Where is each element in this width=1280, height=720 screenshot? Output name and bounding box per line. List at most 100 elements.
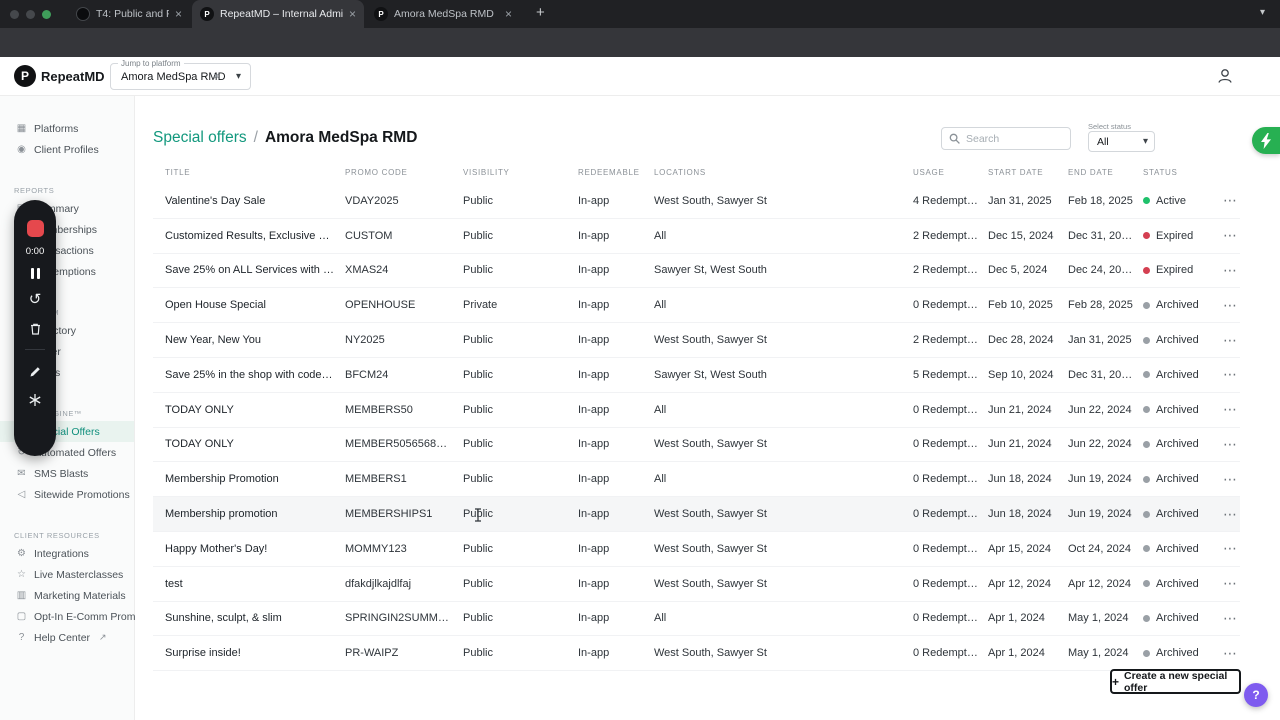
sidebar-item-integrations[interactable]: ⚙ Integrations: [0, 543, 134, 564]
window-controls[interactable]: [10, 10, 51, 19]
tab-close-icon[interactable]: ×: [349, 8, 356, 20]
table-row[interactable]: test dfakdjlkajdlfaj Public In-app West Sout…: [153, 567, 1240, 602]
create-special-offer-button[interactable]: + Create a new special offer: [1110, 669, 1241, 694]
table-row[interactable]: Surprise inside! PR-WAIPZ Public In-app West…: [153, 636, 1240, 672]
row-actions-button[interactable]: ⋯: [1218, 366, 1240, 383]
row-actions-button[interactable]: ⋯: [1218, 227, 1240, 244]
row-actions-button[interactable]: ⋯: [1218, 506, 1240, 523]
clear-icon[interactable]: ×: [213, 69, 220, 83]
record-dot-favicon: [76, 7, 90, 21]
sidebar-item-opt-in-e-comm-promos[interactable]: ▢Opt-In E-Comm Promos↗: [0, 606, 163, 627]
cell-end-date: Feb 18, 2025: [1068, 194, 1133, 207]
table-row[interactable]: Save 25% in the shop with code BFCM24BFC…: [153, 358, 1240, 393]
row-actions-button[interactable]: ⋯: [1218, 610, 1240, 627]
effects-icon[interactable]: [28, 393, 42, 407]
cell-redeemable: In-app: [578, 299, 610, 312]
cell-promo-code: NY2025: [345, 334, 385, 347]
cell-usage: 0 Redemptions: [913, 438, 987, 451]
search-box[interactable]: [941, 127, 1071, 150]
cell-locations: West South, Sawyer St: [654, 508, 767, 521]
sidebar-item-live-masterclasses[interactable]: ☆ Live Masterclasses: [0, 564, 134, 585]
sidebar-item-platforms[interactable]: ▦ Platforms: [0, 118, 134, 139]
cell-locations: All: [654, 229, 667, 242]
jump-to-platform-value: Amora MedSpa RMD: [121, 71, 226, 83]
cell-start-date: Apr 1, 2024: [988, 647, 1045, 660]
row-actions-button[interactable]: ⋯: [1218, 471, 1240, 488]
offers-table-header: Title Promo Code Visibility Redeemable Locat…: [153, 168, 1240, 177]
status-label: Archived: [1156, 438, 1199, 451]
table-row[interactable]: Happy Mother's Day! MOMMY123 Public In-app W…: [153, 532, 1240, 567]
cell-usage: 0 Redemptions: [913, 542, 987, 555]
table-row[interactable]: Sunshine, sculpt, & slim SPRINGIN2SUMMER P…: [153, 602, 1240, 637]
tab-close-icon[interactable]: ×: [175, 8, 182, 20]
cell-status: Archived: [1143, 647, 1218, 659]
sidebar-item-sitewide-promotions[interactable]: ◁ Sitewide Promotions: [0, 484, 134, 505]
stop-recording-button[interactable]: [26, 220, 44, 237]
status-dot: [1143, 614, 1150, 622]
window-close-button[interactable]: [10, 10, 19, 19]
browser-tab[interactable]: T4: Public and Private Spe... ×: [68, 0, 190, 28]
status-label: Active: [1156, 194, 1186, 207]
tab-close-icon[interactable]: ×: [505, 8, 512, 20]
tab-list-chevron-icon[interactable]: ▾: [1260, 7, 1265, 18]
message-icon: ✉: [17, 468, 26, 479]
draw-pencil-icon[interactable]: [29, 365, 42, 378]
browser-tab[interactable]: P Amora MedSpa RMD ×: [366, 0, 520, 28]
status-dot: [1143, 336, 1150, 344]
chevron-down-icon[interactable]: ▾: [236, 71, 241, 82]
row-actions-button[interactable]: ⋯: [1218, 297, 1240, 314]
row-actions-button[interactable]: ⋯: [1218, 262, 1240, 279]
help-button[interactable]: ?: [1244, 683, 1268, 707]
row-actions-button[interactable]: ⋯: [1218, 192, 1240, 209]
cell-locations: West South, Sawyer St: [654, 194, 767, 207]
table-row[interactable]: TODAY ONLY MEMBERS50 Public In-app All 0 Rede…: [153, 393, 1240, 428]
status-filter-select[interactable]: All ▾: [1088, 131, 1155, 152]
tab-title: RepeatMD – Internal Admin: [220, 8, 343, 20]
cell-redeemable: In-app: [578, 473, 610, 486]
status-dot: [1143, 266, 1150, 274]
star-icon: ☆: [17, 569, 26, 580]
breadcrumb-parent-link[interactable]: Special offers: [153, 129, 247, 147]
offers-table: Valentine's Day Sale VDAY2025 Public In-app…: [153, 184, 1240, 672]
window-zoom-button[interactable]: [42, 10, 51, 19]
cell-redeemable: In-app: [578, 264, 610, 277]
table-row[interactable]: Valentine's Day Sale VDAY2025 Public In-app…: [153, 184, 1240, 219]
new-tab-button[interactable]: +: [536, 4, 545, 21]
status-label: Archived: [1156, 577, 1199, 590]
delete-recording-icon[interactable]: [29, 322, 42, 336]
cell-usage: 2 Redemptions: [913, 229, 987, 242]
restart-recording-icon[interactable]: ↺: [29, 292, 42, 307]
table-row[interactable]: Membership promotion MEMBERSHIPS1 Public In…: [153, 497, 1240, 532]
table-row[interactable]: TODAY ONLY MEMBER5056568946 Public In-app We…: [153, 428, 1240, 463]
cell-locations: West South, Sawyer St: [654, 647, 767, 660]
search-input[interactable]: [966, 128, 1066, 149]
row-actions-button[interactable]: ⋯: [1218, 436, 1240, 453]
row-actions-button[interactable]: ⋯: [1218, 645, 1240, 662]
table-row[interactable]: Membership Promotion MEMBERS1 Public In-app…: [153, 462, 1240, 498]
sidebar-item-label: Platforms: [34, 122, 79, 135]
cell-promo-code: dfakdjlkajdlfaj: [345, 577, 412, 590]
sidebar-item-sms-blasts[interactable]: ✉ SMS Blasts: [0, 463, 134, 484]
row-actions-button[interactable]: ⋯: [1218, 332, 1240, 349]
cell-start-date: Apr 15, 2024: [988, 542, 1051, 555]
jump-to-platform-select[interactable]: Jump to platform Amora MedSpa RMD × ▾: [110, 59, 251, 90]
browser-tab[interactable]: P RepeatMD – Internal Admin ×: [192, 0, 364, 28]
row-actions-button[interactable]: ⋯: [1218, 401, 1240, 418]
table-row[interactable]: Save 25% on ALL Services with code 'XMAS…: [153, 254, 1240, 289]
window-minimize-button[interactable]: [26, 10, 35, 19]
sidebar-item-client-profiles[interactable]: ◉ Client Profiles: [0, 139, 134, 160]
table-row[interactable]: Customized Results, Exclusive Price CUSTO…: [153, 219, 1240, 254]
row-actions-button[interactable]: ⋯: [1218, 575, 1240, 592]
account-icon[interactable]: [1216, 67, 1234, 85]
grid-icon: ▦: [16, 123, 27, 134]
table-row[interactable]: Open House Special OPENHOUSE Private In-app…: [153, 288, 1240, 324]
sidebar-item-help-center[interactable]: ? Help Center ↗: [0, 627, 134, 648]
row-actions-button[interactable]: ⋯: [1218, 540, 1240, 557]
quick-actions-fab[interactable]: [1252, 127, 1280, 154]
pause-recording-button[interactable]: [30, 268, 40, 279]
sidebar-item-marketing-materials[interactable]: ▥Marketing Materials↗: [0, 585, 142, 606]
cell-title: Surprise inside!: [165, 647, 241, 660]
table-row[interactable]: New Year, New You NY2025 Public In-app West …: [153, 323, 1240, 358]
browser-navbar: ← → ↻ admin.staging.repeatmd.app/admin/s…: [0, 28, 1280, 81]
status-dot: [1143, 545, 1150, 553]
